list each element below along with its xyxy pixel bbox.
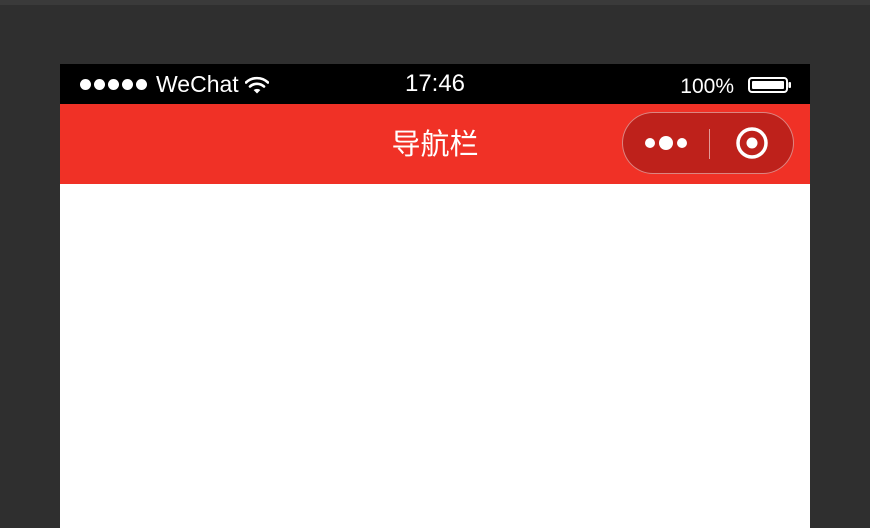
dot	[644, 138, 655, 148]
mini-program-capsule	[622, 112, 794, 174]
workspace-top-edge	[0, 0, 870, 5]
page-content	[60, 184, 810, 528]
close-button[interactable]	[710, 113, 794, 173]
dot	[676, 138, 687, 148]
battery-icon	[748, 77, 792, 93]
phone-simulator: WeChat 17:46 100% 导航栏	[60, 64, 810, 528]
more-dots-icon	[644, 136, 687, 150]
navigation-bar: 导航栏	[60, 104, 810, 184]
target-circle-icon	[736, 127, 768, 159]
status-bar: WeChat 17:46 100%	[60, 64, 810, 104]
more-button[interactable]	[623, 113, 708, 173]
battery-percent: 100%	[680, 75, 734, 98]
dot	[658, 136, 673, 150]
